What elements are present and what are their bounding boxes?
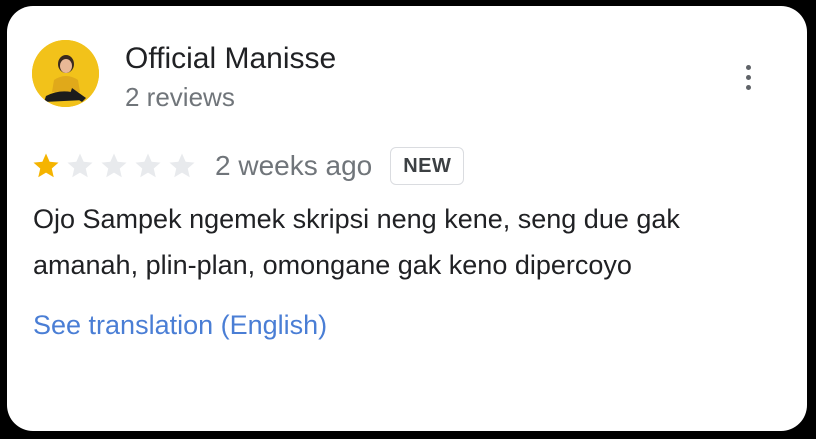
- avatar-image: [32, 40, 99, 107]
- author-name[interactable]: Official Manisse: [125, 42, 336, 76]
- author-review-count: 2 reviews: [125, 82, 235, 112]
- avatar[interactable]: [32, 40, 99, 107]
- review-text: Ojo Sampek ngemek skripsi neng kene, sen…: [33, 204, 680, 280]
- rating-row: 2 weeks ago NEW: [31, 146, 465, 186]
- star-empty-icon: [133, 151, 163, 181]
- review-card: Official Manisse 2 reviews 2 weeks ago N…: [7, 6, 807, 431]
- star-filled-icon: [31, 151, 61, 181]
- star-empty-icon: [99, 151, 129, 181]
- star-empty-icon: [167, 151, 197, 181]
- more-options-button[interactable]: [735, 60, 761, 94]
- more-vert-icon: [745, 64, 751, 70]
- review-time: 2 weeks ago: [215, 150, 373, 181]
- star-empty-icon: [65, 151, 95, 181]
- see-translation-link[interactable]: See translation (English): [33, 310, 327, 341]
- new-badge: NEW: [390, 147, 465, 185]
- star-rating: [31, 151, 197, 181]
